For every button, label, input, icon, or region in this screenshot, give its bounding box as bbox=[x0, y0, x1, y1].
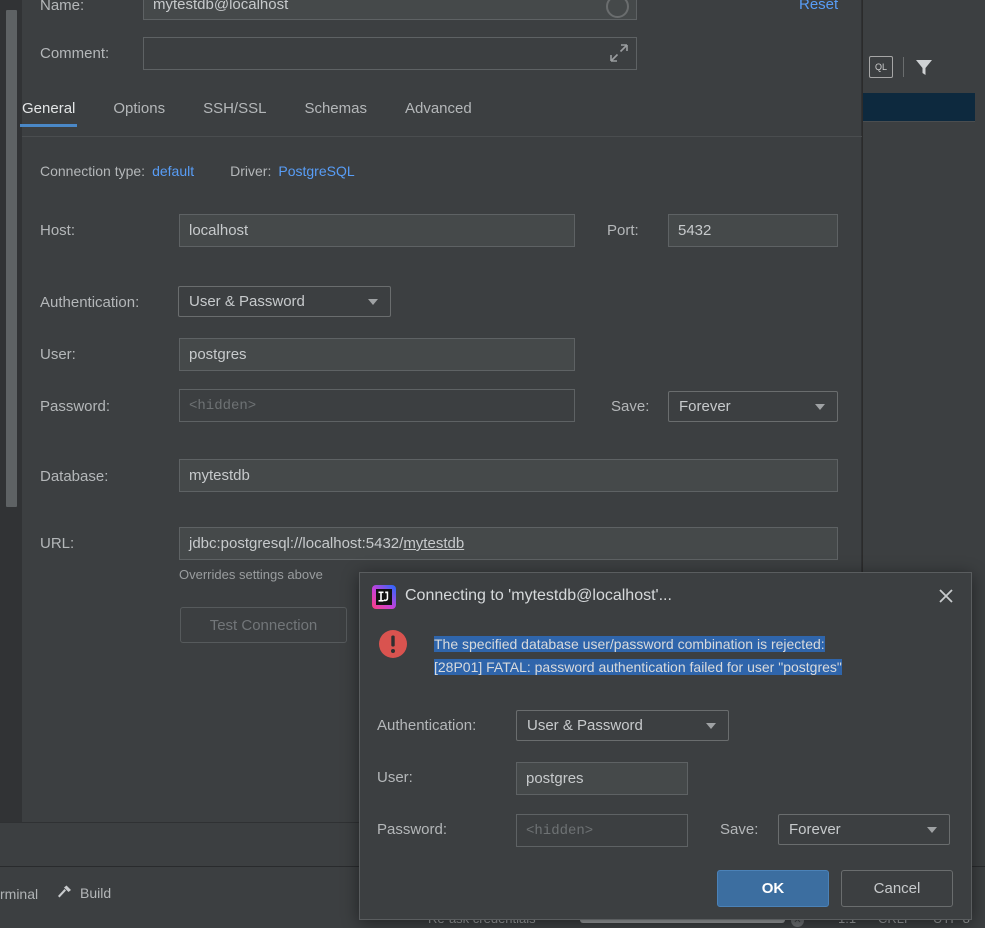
overrides-note: Overrides settings above bbox=[179, 567, 323, 582]
save-value: Forever bbox=[679, 398, 731, 415]
name-input[interactable]: mytestdb@localhost bbox=[143, 0, 637, 20]
authentication-dropdown[interactable]: User & Password bbox=[178, 286, 391, 317]
tab-options[interactable]: Options bbox=[113, 100, 165, 127]
authentication-value: User & Password bbox=[189, 293, 305, 310]
error-message-line-1: The specified database user/password com… bbox=[434, 636, 825, 652]
tab-advanced[interactable]: Advanced bbox=[405, 100, 472, 127]
dialog-password-input[interactable]: <hidden> bbox=[516, 814, 688, 847]
host-input[interactable]: localhost bbox=[179, 214, 575, 247]
filter-icon[interactable] bbox=[914, 57, 934, 77]
dialog-user-input[interactable]: postgres bbox=[516, 762, 688, 795]
dialog-title: Connecting to 'mytestdb@localhost'... bbox=[405, 587, 672, 604]
connection-type-label: Connection type: bbox=[40, 163, 146, 179]
port-label: Port: bbox=[607, 222, 639, 239]
database-tree-row-divider bbox=[863, 121, 985, 122]
test-connection-button[interactable]: Test Connection bbox=[180, 607, 347, 643]
build-tab-label: Build bbox=[80, 885, 112, 901]
user-input[interactable]: postgres bbox=[179, 338, 575, 371]
chevron-down-icon bbox=[815, 403, 825, 410]
settings-tabs: General Options SSH/SSL Schemas Advanced bbox=[19, 100, 862, 136]
dialog-password-label: Password: bbox=[377, 821, 448, 838]
error-message-line-2: [28P01] FATAL: password authentication f… bbox=[434, 659, 842, 675]
reset-link[interactable]: Reset bbox=[799, 0, 838, 13]
dialog-error-message: The specified database user/password com… bbox=[434, 633, 894, 679]
save-dropdown[interactable]: Forever bbox=[668, 391, 838, 422]
url-value-prefix: jdbc:postgresql://localhost:5432/ bbox=[189, 535, 404, 552]
database-label: Database: bbox=[40, 468, 109, 485]
chevron-down-icon bbox=[368, 298, 378, 305]
connection-type-value[interactable]: default bbox=[152, 163, 194, 179]
dialog-user-label: User: bbox=[377, 769, 413, 786]
ok-button[interactable]: OK bbox=[717, 870, 829, 907]
settings-scrollbar[interactable] bbox=[6, 10, 17, 507]
port-input[interactable]: 5432 bbox=[668, 214, 838, 247]
password-input[interactable]: <hidden> bbox=[179, 389, 575, 422]
tab-general[interactable]: General bbox=[19, 100, 78, 127]
connection-type-row: Connection type: default Driver: Postgre… bbox=[40, 163, 355, 179]
cancel-button[interactable]: Cancel bbox=[841, 870, 953, 907]
user-label: User: bbox=[40, 346, 76, 363]
authentication-label: Authentication: bbox=[40, 294, 140, 311]
connecting-credentials-dialog: Connecting to 'mytestdb@localhost'... Th… bbox=[359, 572, 972, 920]
password-label: Password: bbox=[40, 398, 111, 415]
error-circle-icon bbox=[378, 629, 408, 659]
tabs-underline bbox=[22, 136, 862, 137]
dialog-authentication-label: Authentication: bbox=[377, 717, 477, 734]
database-tree-selected-row[interactable] bbox=[863, 93, 985, 121]
database-toolbar: QL bbox=[863, 40, 985, 95]
driver-label: Driver: bbox=[230, 163, 272, 179]
tool-window-tab-terminal[interactable]: rminal bbox=[0, 886, 38, 902]
save-label: Save: bbox=[611, 398, 650, 415]
tool-window-tab-build[interactable]: Build bbox=[55, 884, 111, 902]
close-icon[interactable] bbox=[935, 585, 957, 607]
intellij-idea-icon bbox=[372, 585, 396, 609]
tab-schemas[interactable]: Schemas bbox=[304, 100, 367, 127]
query-language-icon[interactable]: QL bbox=[869, 56, 893, 78]
comment-label: Comment: bbox=[40, 45, 110, 62]
url-input[interactable]: jdbc:postgresql://localhost:5432/mytestd… bbox=[179, 527, 838, 560]
expand-icon[interactable] bbox=[610, 44, 628, 62]
dialog-save-value: Forever bbox=[789, 821, 841, 838]
ide-right-margin bbox=[975, 0, 985, 928]
driver-value[interactable]: PostgreSQL bbox=[278, 163, 354, 179]
dialog-authentication-value: User & Password bbox=[527, 717, 643, 734]
name-label: Name: bbox=[40, 0, 85, 14]
hammer-icon bbox=[55, 884, 73, 902]
dialog-save-label: Save: bbox=[720, 821, 759, 838]
chevron-down-icon bbox=[927, 826, 937, 833]
toolbar-divider bbox=[903, 57, 904, 77]
dialog-authentication-dropdown[interactable]: User & Password bbox=[516, 710, 729, 741]
comment-input[interactable] bbox=[143, 37, 637, 70]
database-input[interactable]: mytestdb bbox=[179, 459, 838, 492]
chevron-down-icon bbox=[706, 722, 716, 729]
host-label: Host: bbox=[40, 222, 76, 239]
dialog-save-dropdown[interactable]: Forever bbox=[778, 814, 950, 845]
tab-ssh-ssl[interactable]: SSH/SSL bbox=[203, 100, 266, 127]
url-label: URL: bbox=[40, 535, 75, 552]
url-value-database: mytestdb bbox=[403, 535, 465, 552]
